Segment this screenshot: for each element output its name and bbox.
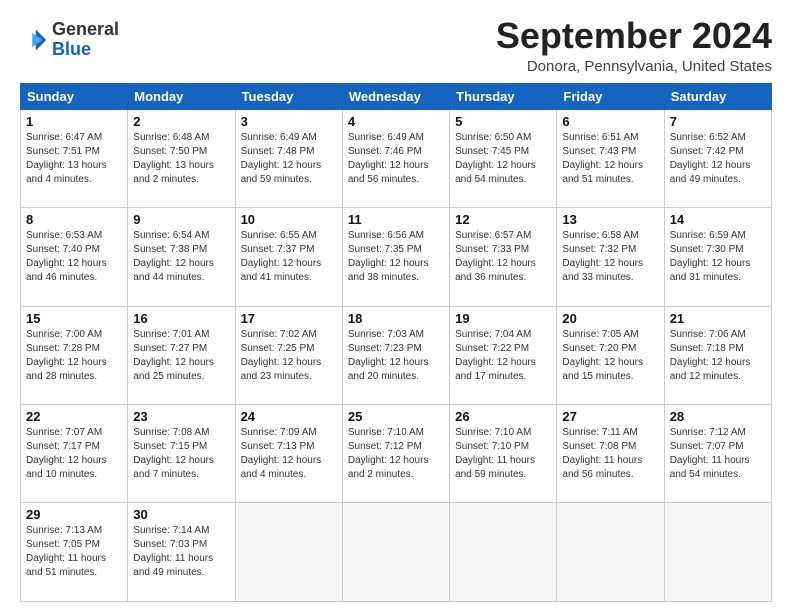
day-30: 30 Sunrise: 7:14 AMSunset: 7:03 PMDaylig… — [128, 503, 235, 602]
day-27: 27 Sunrise: 7:11 AMSunset: 7:08 PMDaylig… — [557, 405, 664, 503]
empty-1 — [235, 503, 342, 602]
day-13: 13 Sunrise: 6:58 AMSunset: 7:32 PMDaylig… — [557, 208, 664, 306]
day-26: 26 Sunrise: 7:10 AMSunset: 7:10 PMDaylig… — [450, 405, 557, 503]
week-5: 29 Sunrise: 7:13 AMSunset: 7:05 PMDaylig… — [21, 503, 772, 602]
empty-3 — [450, 503, 557, 602]
header-friday: Friday — [557, 83, 664, 109]
day-12: 12 Sunrise: 6:57 AMSunset: 7:33 PMDaylig… — [450, 208, 557, 306]
empty-4 — [557, 503, 664, 602]
day-17: 17 Sunrise: 7:02 AMSunset: 7:25 PMDaylig… — [235, 306, 342, 404]
header: GeneralBlue September 2024 Donora, Penns… — [20, 16, 772, 75]
day-2: 2 Sunrise: 6:48 AMSunset: 7:50 PMDayligh… — [128, 109, 235, 207]
month-title: September 2024 — [496, 16, 772, 56]
header-sunday: Sunday — [21, 83, 128, 109]
week-2: 8 Sunrise: 6:53 AMSunset: 7:40 PMDayligh… — [21, 208, 772, 306]
calendar: Sunday Monday Tuesday Wednesday Thursday… — [20, 83, 772, 602]
empty-5 — [664, 503, 771, 602]
location: Donora, Pennsylvania, United States — [496, 58, 772, 75]
day-16: 16 Sunrise: 7:01 AMSunset: 7:27 PMDaylig… — [128, 306, 235, 404]
day-24: 24 Sunrise: 7:09 AMSunset: 7:13 PMDaylig… — [235, 405, 342, 503]
day-14: 14 Sunrise: 6:59 AMSunset: 7:30 PMDaylig… — [664, 208, 771, 306]
day-5: 5 Sunrise: 6:50 AMSunset: 7:45 PMDayligh… — [450, 109, 557, 207]
day-25: 25 Sunrise: 7:10 AMSunset: 7:12 PMDaylig… — [342, 405, 449, 503]
day-20: 20 Sunrise: 7:05 AMSunset: 7:20 PMDaylig… — [557, 306, 664, 404]
day-3: 3 Sunrise: 6:49 AMSunset: 7:48 PMDayligh… — [235, 109, 342, 207]
logo: GeneralBlue — [20, 20, 119, 60]
day-15: 15 Sunrise: 7:00 AMSunset: 7:28 PMDaylig… — [21, 306, 128, 404]
day-8: 8 Sunrise: 6:53 AMSunset: 7:40 PMDayligh… — [21, 208, 128, 306]
day-7: 7 Sunrise: 6:52 AMSunset: 7:42 PMDayligh… — [664, 109, 771, 207]
title-block: September 2024 Donora, Pennsylvania, Uni… — [496, 16, 772, 75]
day-28: 28 Sunrise: 7:12 AMSunset: 7:07 PMDaylig… — [664, 405, 771, 503]
header-thursday: Thursday — [450, 83, 557, 109]
day-22: 22 Sunrise: 7:07 AMSunset: 7:17 PMDaylig… — [21, 405, 128, 503]
header-saturday: Saturday — [664, 83, 771, 109]
empty-2 — [342, 503, 449, 602]
header-tuesday: Tuesday — [235, 83, 342, 109]
week-4: 22 Sunrise: 7:07 AMSunset: 7:17 PMDaylig… — [21, 405, 772, 503]
day-29: 29 Sunrise: 7:13 AMSunset: 7:05 PMDaylig… — [21, 503, 128, 602]
logo-blue: Blue — [52, 39, 91, 59]
day-19: 19 Sunrise: 7:04 AMSunset: 7:22 PMDaylig… — [450, 306, 557, 404]
week-1: 1 Sunrise: 6:47 AMSunset: 7:51 PMDayligh… — [21, 109, 772, 207]
day-11: 11 Sunrise: 6:56 AMSunset: 7:35 PMDaylig… — [342, 208, 449, 306]
page: GeneralBlue September 2024 Donora, Penns… — [0, 0, 792, 612]
day-23: 23 Sunrise: 7:08 AMSunset: 7:15 PMDaylig… — [128, 405, 235, 503]
header-wednesday: Wednesday — [342, 83, 449, 109]
day-1: 1 Sunrise: 6:47 AMSunset: 7:51 PMDayligh… — [21, 109, 128, 207]
logo-general: General — [52, 19, 119, 39]
day-18: 18 Sunrise: 7:03 AMSunset: 7:23 PMDaylig… — [342, 306, 449, 404]
day-6: 6 Sunrise: 6:51 AMSunset: 7:43 PMDayligh… — [557, 109, 664, 207]
header-monday: Monday — [128, 83, 235, 109]
week-3: 15 Sunrise: 7:00 AMSunset: 7:28 PMDaylig… — [21, 306, 772, 404]
logo-text: GeneralBlue — [52, 20, 119, 60]
day-9: 9 Sunrise: 6:54 AMSunset: 7:38 PMDayligh… — [128, 208, 235, 306]
day-21: 21 Sunrise: 7:06 AMSunset: 7:18 PMDaylig… — [664, 306, 771, 404]
day-4: 4 Sunrise: 6:49 AMSunset: 7:46 PMDayligh… — [342, 109, 449, 207]
logo-icon — [20, 26, 48, 54]
day-10: 10 Sunrise: 6:55 AMSunset: 7:37 PMDaylig… — [235, 208, 342, 306]
